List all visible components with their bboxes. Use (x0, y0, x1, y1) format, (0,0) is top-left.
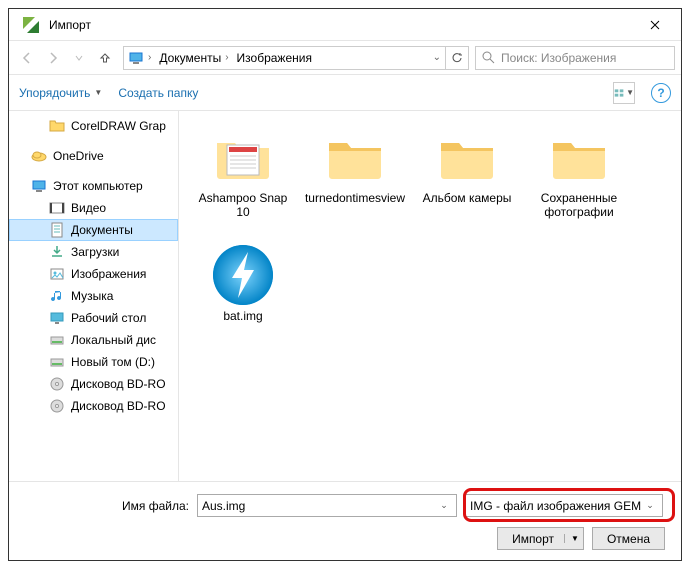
tree-item[interactable]: Видео (9, 197, 178, 219)
disk-icon (49, 354, 65, 370)
import-button[interactable]: Импорт▼ (497, 527, 584, 550)
filetype-dropdown[interactable]: IMG - файл изображения GEM ⌄ (465, 494, 663, 517)
tree-item-label: Новый том (D:) (71, 355, 155, 369)
file-item[interactable]: bat.img (191, 241, 295, 351)
file-list[interactable]: Ashampoo Snap 10 turnedontimesview Альбом … (179, 111, 681, 481)
tree-item-label: Этот компьютер (53, 179, 143, 193)
file-item[interactable]: Сохраненные фотографии (527, 123, 631, 233)
file-label: Ashampoo Snap 10 (195, 191, 291, 220)
import-dropdown-icon[interactable]: ▼ (564, 534, 579, 543)
tree-item[interactable]: Новый том (D:) (9, 351, 178, 373)
file-label: Сохраненные фотографии (531, 191, 627, 220)
file-item[interactable]: Ashampoo Snap 10 (191, 123, 295, 233)
file-thumbnail (544, 127, 614, 187)
tree-item[interactable]: Этот компьютер (9, 175, 178, 197)
bd-icon (49, 376, 65, 392)
disk-icon (49, 332, 65, 348)
forward-button[interactable] (41, 46, 65, 70)
body: CorelDRAW Grap OneDrive Этот компьютер Виде… (9, 111, 681, 481)
pc-icon (128, 50, 144, 66)
music-icon (49, 288, 65, 304)
recent-dropdown[interactable] (67, 46, 91, 70)
tree-item-label: CorelDRAW Grap (71, 119, 166, 133)
onedrive-icon (31, 148, 47, 164)
tree-item-label: OneDrive (53, 149, 104, 163)
cancel-button[interactable]: Отмена (592, 527, 665, 550)
refresh-button[interactable] (445, 47, 468, 69)
tree-item[interactable]: Дисковод BD-RO (9, 373, 178, 395)
command-bar: Упорядочить▼ Создать папку ▼ ? (9, 75, 681, 111)
file-thumbnail (208, 127, 278, 187)
tree-item-label: Документы (71, 223, 133, 237)
file-thumbnail (432, 127, 502, 187)
folder-icon (49, 118, 65, 134)
address-bar[interactable]: › Документы› Изображения ⌄ (123, 46, 469, 70)
bottom-panel: Имя файла: Aus.img ⌄ IMG - файл изображе… (9, 481, 681, 562)
file-thumbnail (320, 127, 390, 187)
tree-item[interactable]: Документы (9, 219, 178, 241)
chevron-down-icon: ⌄ (642, 500, 658, 511)
breadcrumb-documents[interactable]: Документы› (155, 47, 232, 69)
tree-item-label: Загрузки (71, 245, 119, 259)
tree-item-label: Рабочий стол (71, 311, 146, 325)
search-input[interactable]: Поиск: Изображения (475, 46, 675, 70)
download-icon (49, 244, 65, 260)
tree-item-label: Локальный дис (71, 333, 156, 347)
breadcrumb-images[interactable]: Изображения (233, 47, 316, 69)
file-item[interactable]: turnedontimesview (303, 123, 407, 233)
tree-item[interactable]: Загрузки (9, 241, 178, 263)
file-label: turnedontimesview (305, 191, 405, 205)
tree-item[interactable]: CorelDRAW Grap (9, 115, 178, 137)
breadcrumb-root[interactable]: › (124, 47, 155, 69)
file-label: Альбом камеры (423, 191, 512, 205)
folder-tree[interactable]: CorelDRAW Grap OneDrive Этот компьютер Виде… (9, 111, 179, 481)
file-thumbnail (208, 245, 278, 305)
tree-item[interactable]: Локальный дис (9, 329, 178, 351)
file-label: bat.img (223, 309, 262, 323)
tree-item-label: Дисковод BD-RO (71, 377, 166, 391)
tree-item-label: Музыка (71, 289, 113, 303)
organize-menu[interactable]: Упорядочить▼ (19, 86, 102, 100)
nav-row: › Документы› Изображения ⌄ Поиск: Изобра… (9, 41, 681, 75)
tree-item[interactable]: OneDrive (9, 145, 178, 167)
filename-input[interactable]: Aus.img ⌄ (197, 494, 457, 517)
help-button[interactable]: ? (651, 83, 671, 103)
pc-icon (31, 178, 47, 194)
filename-label: Имя файла: (19, 499, 189, 513)
view-options-button[interactable]: ▼ (613, 82, 635, 104)
chevron-down-icon: ⌄ (436, 500, 452, 511)
back-button[interactable] (15, 46, 39, 70)
search-icon (482, 51, 495, 64)
titlebar: Импорт (9, 9, 681, 41)
tree-item-label: Дисковод BD-RO (71, 399, 166, 413)
video-icon (49, 200, 65, 216)
doc-icon (49, 222, 65, 238)
desktop-icon (49, 310, 65, 326)
file-item[interactable]: Альбом камеры (415, 123, 519, 233)
tree-item[interactable]: Дисковод BD-RO (9, 395, 178, 417)
dialog-window: Импорт › Документы› Изображения ⌄ Поиск:… (8, 8, 682, 561)
close-button[interactable] (632, 10, 677, 40)
tree-item[interactable]: Рабочий стол (9, 307, 178, 329)
tree-item-label: Изображения (71, 267, 146, 281)
chevron-right-icon: › (225, 52, 228, 63)
window-title: Импорт (49, 18, 632, 32)
tree-item-label: Видео (71, 201, 106, 215)
new-folder-button[interactable]: Создать папку (118, 86, 198, 100)
app-icon (21, 15, 41, 35)
chevron-right-icon: › (148, 52, 151, 63)
tree-item[interactable]: Музыка (9, 285, 178, 307)
image-icon (49, 266, 65, 282)
tree-item[interactable]: Изображения (9, 263, 178, 285)
up-button[interactable] (93, 46, 117, 70)
address-dropdown[interactable]: ⌄ (429, 47, 445, 69)
bd-icon (49, 398, 65, 414)
